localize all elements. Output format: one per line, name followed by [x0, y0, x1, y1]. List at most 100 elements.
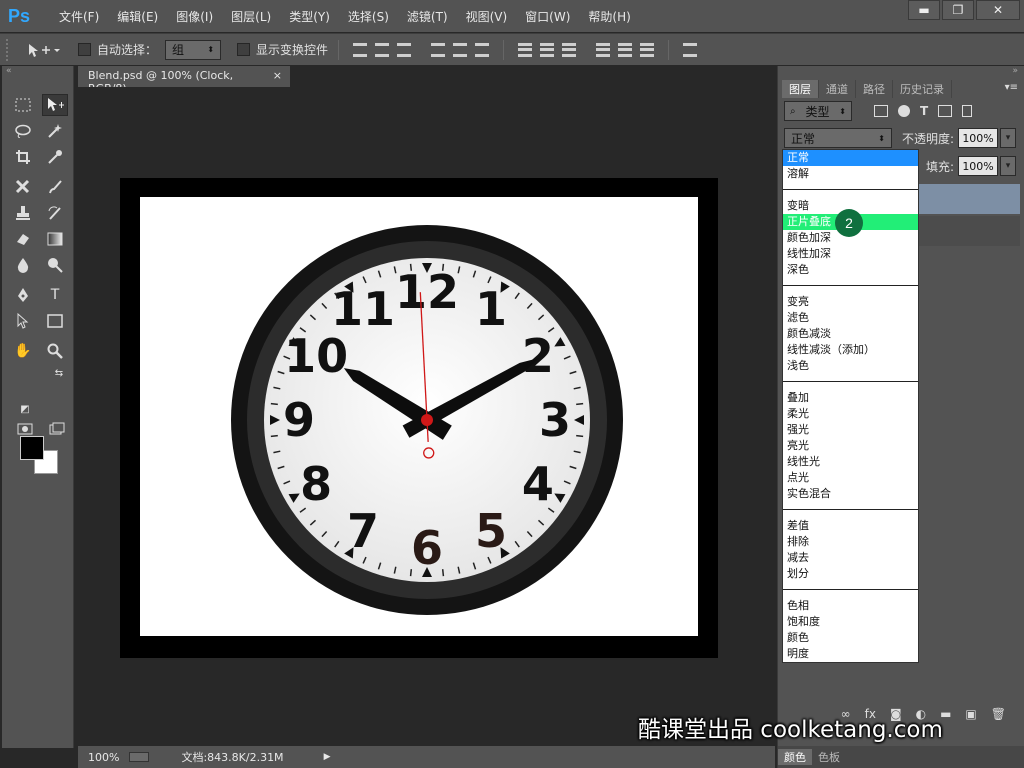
eraser-tool-icon[interactable] — [10, 228, 36, 250]
align-left-icon[interactable] — [431, 42, 446, 57]
fill-slider-button[interactable]: ▾ — [1000, 156, 1017, 176]
dodge-tool-icon[interactable] — [42, 254, 68, 276]
lasso-tool-icon[interactable] — [10, 120, 36, 142]
collapse-icon[interactable]: « — [2, 66, 73, 80]
gradient-tool-icon[interactable] — [42, 228, 68, 250]
new-layer-icon[interactable]: ▣ — [965, 707, 976, 721]
blend-mode-option[interactable]: 颜色 — [783, 630, 918, 646]
options-grip[interactable] — [6, 38, 12, 61]
zoom-preview-icon[interactable] — [129, 752, 150, 762]
menu-select[interactable]: 选择(S) — [339, 8, 398, 25]
distribute-hcenter-icon[interactable] — [618, 42, 633, 57]
swap-colors-icon[interactable]: ⇆ — [46, 362, 72, 384]
blend-mode-option[interactable]: 排除 — [783, 534, 918, 550]
tab-layers[interactable]: 图层 — [782, 80, 819, 98]
close-window-button[interactable]: ✕ — [976, 0, 1020, 20]
pen-tool-icon[interactable] — [10, 284, 36, 306]
blend-mode-option[interactable]: 浅色 — [783, 358, 918, 374]
blend-mode-option[interactable]: 亮光 — [783, 438, 918, 454]
tab-swatches[interactable]: 色板 — [812, 749, 846, 765]
document-tab[interactable]: Blend.psd @ 100% (Clock, RGB/8) × — [78, 66, 290, 95]
tab-channels[interactable]: 通道 — [819, 80, 856, 98]
blend-mode-option[interactable]: 变亮 — [783, 294, 918, 310]
blend-mode-option[interactable]: 差值 — [783, 518, 918, 534]
eyedropper-icon[interactable] — [42, 146, 68, 168]
layer-filter-dropdown[interactable]: ⌕ 类型 ⬍ — [784, 101, 852, 121]
zoom-tool-icon[interactable] — [42, 340, 68, 362]
blend-mode-option[interactable]: 明度 — [783, 646, 918, 662]
distribute-right-icon[interactable] — [640, 42, 655, 57]
quick-mask-icon[interactable] — [12, 418, 38, 440]
history-brush-icon[interactable] — [42, 202, 68, 224]
auto-select-checkbox[interactable] — [78, 43, 91, 56]
blend-mode-option[interactable]: 减去 — [783, 550, 918, 566]
menu-window[interactable]: 窗口(W) — [516, 8, 579, 25]
auto-select-dropdown[interactable]: 组 ⬍ — [165, 39, 222, 60]
type-tool-icon[interactable]: T — [42, 284, 68, 306]
zoom-level[interactable]: 100% — [88, 751, 119, 764]
blend-mode-option[interactable]: 溶解 — [783, 166, 918, 182]
blur-tool-icon[interactable] — [10, 254, 36, 276]
healing-brush-icon[interactable] — [10, 176, 36, 198]
align-vcenter-icon[interactable] — [375, 42, 390, 57]
blend-mode-option[interactable]: 线性加深 — [783, 246, 918, 262]
pixel-layer-filter-icon[interactable] — [874, 105, 888, 117]
blend-mode-option[interactable]: 饱和度 — [783, 614, 918, 630]
opacity-input[interactable]: 100% — [958, 128, 999, 148]
menu-image[interactable]: 图像(I) — [167, 8, 222, 25]
magic-wand-icon[interactable] — [42, 120, 68, 142]
distribute-left-icon[interactable] — [596, 42, 611, 57]
opacity-slider-button[interactable]: ▾ — [1000, 128, 1017, 148]
tab-color[interactable]: 颜色 — [778, 749, 812, 765]
blend-mode-option[interactable]: 正常 — [783, 150, 918, 166]
menu-filter[interactable]: 滤镜(T) — [398, 8, 457, 25]
path-selection-icon[interactable] — [10, 310, 36, 332]
panel-collapse-icon[interactable]: » — [1012, 66, 1018, 76]
distribute-vcenter-icon[interactable] — [540, 42, 555, 57]
menu-type[interactable]: 类型(Y) — [280, 8, 339, 25]
blend-mode-option[interactable]: 点光 — [783, 470, 918, 486]
move-tool-preset-icon[interactable] — [26, 42, 60, 58]
adjustment-filter-icon[interactable] — [898, 105, 910, 117]
fill-input[interactable]: 100% — [958, 156, 999, 176]
status-menu-arrow-icon[interactable]: ▶ — [324, 752, 331, 762]
crop-tool-icon[interactable] — [10, 146, 36, 168]
menu-view[interactable]: 视图(V) — [457, 8, 517, 25]
blend-mode-option[interactable]: 叠加 — [783, 390, 918, 406]
marquee-tool-icon[interactable] — [10, 94, 36, 116]
blend-mode-option[interactable]: 划分 — [783, 566, 918, 582]
maximize-button[interactable]: ❐ — [942, 0, 974, 20]
show-transform-checkbox[interactable] — [237, 43, 251, 56]
tab-paths[interactable]: 路径 — [856, 80, 893, 98]
blend-mode-option[interactable]: 强光 — [783, 422, 918, 438]
rectangle-tool-icon[interactable] — [42, 310, 68, 332]
hand-tool-icon[interactable]: ✋ — [10, 340, 36, 362]
align-top-icon[interactable] — [353, 42, 368, 57]
blend-mode-option[interactable]: 柔光 — [783, 406, 918, 422]
blend-mode-option[interactable]: 线性光 — [783, 454, 918, 470]
distribute-bottom-icon[interactable] — [562, 42, 577, 57]
type-filter-icon[interactable]: T — [920, 104, 928, 118]
menu-layer[interactable]: 图层(L) — [222, 8, 280, 25]
shape-filter-icon[interactable] — [938, 105, 953, 117]
align-hcenter-icon[interactable] — [453, 42, 468, 57]
distribute-top-icon[interactable] — [518, 42, 533, 57]
menu-file[interactable]: 文件(F) — [50, 8, 108, 25]
minimize-button[interactable]: ▬ — [908, 0, 940, 20]
blend-mode-option[interactable]: 滤色 — [783, 310, 918, 326]
menu-edit[interactable]: 编辑(E) — [108, 8, 167, 25]
close-tab-icon[interactable]: × — [273, 69, 282, 87]
blend-mode-option[interactable]: 实色混合 — [783, 486, 918, 502]
auto-align-icon[interactable] — [683, 42, 698, 57]
blend-mode-dropdown[interactable]: 正常 ⬍ — [784, 128, 892, 148]
screen-mode-icon[interactable] — [44, 418, 70, 440]
smart-object-filter-icon[interactable] — [962, 105, 973, 117]
blend-mode-option[interactable]: 深色 — [783, 262, 918, 278]
default-colors-icon[interactable]: ◩ — [12, 398, 38, 420]
menu-help[interactable]: 帮助(H) — [579, 8, 639, 25]
align-bottom-icon[interactable] — [397, 42, 412, 57]
brush-tool-icon[interactable] — [42, 176, 68, 198]
panel-menu-icon[interactable]: ▾≡ — [1005, 82, 1018, 93]
align-right-icon[interactable] — [475, 42, 490, 57]
move-tool-icon[interactable] — [42, 94, 68, 116]
